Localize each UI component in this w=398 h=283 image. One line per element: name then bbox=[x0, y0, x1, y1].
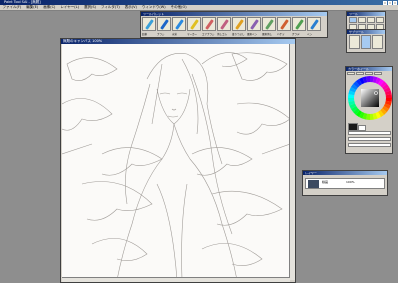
pen-icon bbox=[250, 19, 259, 30]
pen-icon bbox=[145, 19, 154, 30]
pen-icon bbox=[220, 19, 229, 30]
maximize-button[interactable] bbox=[388, 0, 392, 5]
close-button[interactable] bbox=[393, 0, 397, 5]
pen-subtool-icon[interactable] bbox=[349, 35, 360, 49]
tool-11-icon[interactable] bbox=[307, 17, 321, 31]
pen-icon bbox=[160, 19, 169, 30]
tool-label: 選択ペン bbox=[247, 33, 258, 36]
pencil-subtool-icon[interactable] bbox=[360, 35, 372, 49]
layer-thumbnail bbox=[308, 180, 319, 188]
tool-1-icon[interactable] bbox=[157, 17, 171, 31]
tool-palette: ツールパレット 鉛筆 ブラシ 水彩 マーカー エアブラシ 消しゴム 塗りつぶし 選択ペン 選択消… bbox=[140, 11, 328, 38]
menu-edit[interactable]: 編集(E) bbox=[24, 5, 41, 10]
tool-label: ペン bbox=[307, 33, 313, 36]
pen-icon bbox=[205, 19, 214, 30]
pen-icon bbox=[265, 19, 274, 30]
pen-icon bbox=[190, 19, 199, 30]
tool-label: 塗りつぶし bbox=[232, 33, 245, 36]
pen-icon bbox=[295, 19, 304, 30]
canvas-window: 無題のキャンバス 100% bbox=[60, 38, 296, 283]
layer-row[interactable]: 線画 100% bbox=[305, 178, 385, 189]
canvas-vertical-scrollbar[interactable] bbox=[289, 44, 295, 280]
tool-8-icon[interactable] bbox=[262, 17, 276, 31]
tool-label: ブラシ bbox=[157, 33, 165, 36]
tool-label: グラデ bbox=[292, 33, 300, 36]
saturation-slider[interactable] bbox=[348, 137, 391, 141]
tool-label: 選択消し bbox=[262, 33, 273, 36]
tool-9-icon[interactable] bbox=[277, 17, 291, 31]
layer-panel: レイヤー 線画 100% bbox=[302, 170, 388, 196]
tool-label: マーカー bbox=[187, 33, 198, 36]
tool-3-icon[interactable] bbox=[187, 17, 201, 31]
move-tool-icon[interactable] bbox=[376, 17, 384, 23]
subtool-panel: サブツール bbox=[346, 29, 386, 53]
primary-color-swatch[interactable] bbox=[348, 123, 358, 131]
tool-label: 鉛筆 bbox=[142, 33, 148, 36]
magic-wand-icon[interactable] bbox=[367, 17, 375, 23]
color-wheel[interactable] bbox=[346, 75, 394, 121]
color-panel: カラーホイール bbox=[345, 66, 393, 154]
menu-view[interactable]: 表示(V) bbox=[122, 5, 139, 10]
menu-file[interactable]: ファイル(F) bbox=[0, 5, 24, 10]
select-tool-icon[interactable] bbox=[349, 17, 357, 23]
tool-2-icon[interactable] bbox=[172, 17, 186, 31]
minimize-button[interactable] bbox=[383, 0, 387, 5]
menu-window[interactable]: ウィンドウ(W) bbox=[139, 5, 168, 10]
pen-icon bbox=[235, 19, 244, 30]
tool-10-icon[interactable] bbox=[292, 17, 306, 31]
layer-panel-title: レイヤー bbox=[303, 171, 387, 175]
menu-select[interactable]: 選択(S) bbox=[81, 5, 98, 10]
value-slider[interactable] bbox=[348, 143, 391, 147]
tool-4-icon[interactable] bbox=[202, 17, 216, 31]
tool-5-icon[interactable] bbox=[217, 17, 231, 31]
layer-opacity: 100% bbox=[346, 180, 355, 184]
menu-filter[interactable]: フィルタ(T) bbox=[98, 5, 122, 10]
sketch-artwork bbox=[62, 52, 290, 280]
menu-image[interactable]: 画像(C) bbox=[41, 5, 58, 10]
brush-subtool-icon[interactable] bbox=[372, 35, 384, 49]
tool-6-icon[interactable] bbox=[232, 17, 246, 31]
tool-label: バケツ bbox=[277, 33, 285, 36]
menu-layer[interactable]: レイヤー(L) bbox=[58, 5, 82, 10]
tool-label: 消しゴム bbox=[217, 33, 228, 36]
canvas-horizontal-scrollbar[interactable] bbox=[62, 277, 290, 282]
hue-slider[interactable] bbox=[348, 131, 391, 135]
drawing-canvas[interactable] bbox=[62, 44, 290, 280]
menu-other[interactable]: その他(O) bbox=[168, 5, 189, 10]
pen-icon bbox=[175, 19, 184, 30]
tool-0-icon[interactable] bbox=[142, 17, 156, 31]
layer-name: 線画 bbox=[322, 180, 329, 184]
lasso-tool-icon[interactable] bbox=[358, 17, 366, 23]
tool-label: 水彩 bbox=[172, 33, 178, 36]
pen-icon bbox=[280, 19, 289, 30]
tool-7-icon[interactable] bbox=[247, 17, 261, 31]
pen-icon bbox=[310, 19, 319, 30]
tool-label: エアブラシ bbox=[202, 33, 215, 36]
